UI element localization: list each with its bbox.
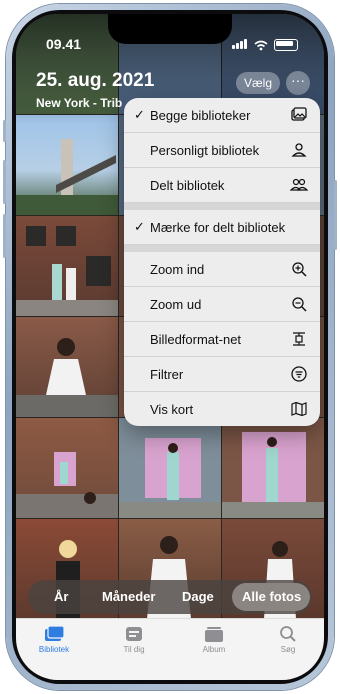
photo-tile[interactable] <box>16 216 118 316</box>
photo-tile[interactable] <box>222 418 324 518</box>
checkmark-icon: ✓ <box>134 219 145 234</box>
battery-icon <box>274 39 298 51</box>
menu-separator <box>124 245 320 252</box>
menu-item-shared-library-badge[interactable]: ✓ Mærke for delt bibliotek <box>124 210 320 245</box>
menu-item-label: Filtrer <box>150 367 184 382</box>
wifi-icon <box>254 40 268 50</box>
menu-item-label: Zoom ind <box>150 262 205 277</box>
menu-item-both-libraries[interactable]: ✓ Begge biblioteker <box>124 98 320 133</box>
photo-tile[interactable] <box>16 317 118 417</box>
zoom-out-icon <box>290 295 308 313</box>
menu-item-aspect-ratio-grid[interactable]: Billedformat-net <box>124 322 320 357</box>
search-icon <box>280 626 296 642</box>
person-icon <box>290 141 308 159</box>
tab-label: Til dig <box>123 645 145 654</box>
tab-bar: Bibliotek Til dig Album Søg <box>16 618 324 680</box>
tab-library[interactable]: Bibliotek <box>24 625 84 654</box>
mute-switch <box>3 120 6 142</box>
menu-item-zoom-in[interactable]: Zoom ind <box>124 252 320 287</box>
tab-label: Bibliotek <box>38 645 70 654</box>
filter-icon <box>290 365 308 383</box>
menu-separator <box>124 203 320 210</box>
location-subtitle: New York - Trib <box>36 96 123 110</box>
status-time: 09.41 <box>46 36 82 52</box>
tab-for-you[interactable]: Til dig <box>104 625 164 654</box>
menu-item-personal-library[interactable]: Personligt bibliotek <box>124 133 320 168</box>
photo-tile[interactable] <box>16 418 118 518</box>
segment-all-photos[interactable]: Alle fotos <box>242 589 301 604</box>
menu-item-label: Billedformat-net <box>150 332 242 347</box>
photo-library-icon <box>45 625 65 641</box>
notch <box>108 14 232 44</box>
time-scale-segmented-control: År Måneder Dage Alle fotos <box>28 580 312 614</box>
menu-item-show-map[interactable]: Vis kort <box>124 392 320 426</box>
signal-icon <box>232 36 248 54</box>
segment-days[interactable]: Dage <box>182 589 214 604</box>
view-options-menu: ✓ Begge biblioteker Personligt bibliotek… <box>124 98 320 426</box>
volume-down-button <box>3 214 6 258</box>
menu-item-zoom-out[interactable]: Zoom ud <box>124 287 320 322</box>
menu-item-label: Zoom ud <box>150 297 202 312</box>
map-icon <box>290 400 308 418</box>
menu-item-label: Begge biblioteker <box>150 108 251 123</box>
menu-item-label: Personligt bibliotek <box>150 143 260 158</box>
album-icon <box>205 627 223 642</box>
tab-label: Album <box>202 645 226 654</box>
page-title: 25. aug. 2021 <box>36 70 155 91</box>
aspect-ratio-icon <box>290 330 308 348</box>
tab-album[interactable]: Album <box>184 625 244 654</box>
power-button <box>334 180 337 250</box>
for-you-icon <box>126 627 142 641</box>
segment-months[interactable]: Måneder <box>102 589 155 604</box>
select-button[interactable]: Vælg <box>236 72 280 94</box>
photo-tile[interactable] <box>16 115 118 215</box>
tab-label: Søg <box>280 645 296 654</box>
more-button[interactable]: ··· <box>286 71 310 95</box>
photo-library-icon <box>290 106 308 124</box>
menu-item-shared-library[interactable]: Delt bibliotek <box>124 168 320 203</box>
menu-item-label: Mærke for delt bibliotek <box>150 220 286 235</box>
volume-up-button <box>3 160 6 204</box>
screen: 09.41 25. aug. 2021 New York - Trib Vælg… <box>16 14 324 680</box>
photo-tile[interactable] <box>119 418 221 518</box>
menu-item-filter[interactable]: Filtrer <box>124 357 320 392</box>
menu-item-label: Vis kort <box>150 402 194 417</box>
status-icons <box>232 36 298 54</box>
tab-search[interactable]: Søg <box>258 625 318 654</box>
menu-item-label: Delt bibliotek <box>150 178 225 193</box>
people-icon <box>289 176 309 194</box>
segment-years[interactable]: År <box>54 589 68 604</box>
zoom-in-icon <box>290 260 308 278</box>
checkmark-icon: ✓ <box>134 107 145 122</box>
